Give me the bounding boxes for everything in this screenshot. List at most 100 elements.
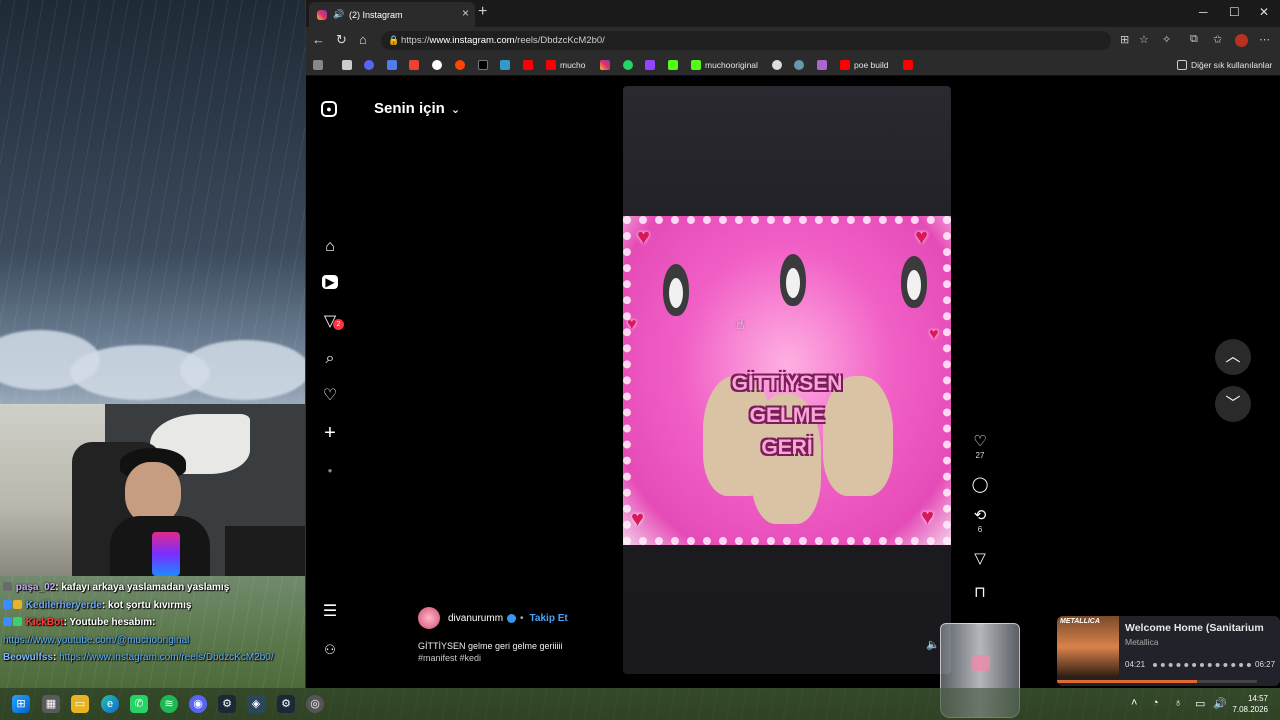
author-avatar[interactable] (418, 607, 440, 629)
close-window-icon[interactable]: ✕ (1259, 5, 1269, 19)
edge-icon[interactable]: e (101, 695, 119, 713)
feed-selector[interactable]: Senin için ⌄ (374, 100, 460, 117)
bookmark-icon[interactable] (794, 58, 808, 72)
save-button[interactable]: ⊓ (968, 583, 992, 601)
back-icon[interactable]: ← (312, 32, 325, 47)
reel-author[interactable]: divanurumm • Takip Et (418, 607, 568, 629)
heart-icon[interactable]: ♡ (321, 387, 339, 405)
speaker-mute-icon[interactable]: 🔈 (926, 638, 940, 651)
google-icon[interactable] (432, 58, 446, 72)
song-progress[interactable] (1153, 663, 1251, 667)
bookmark-icon[interactable] (500, 58, 514, 72)
reels-icon[interactable]: ▶ (322, 275, 338, 289)
chat-link[interactable]: https://www.instagram.com/reels/DbdzcKcM… (59, 652, 274, 663)
volume-bar[interactable] (1057, 680, 1257, 683)
reader-icon[interactable]: ⊞ (1120, 33, 1129, 46)
app-icon[interactable]: ◈ (247, 695, 265, 713)
youtube-icon[interactable] (903, 58, 917, 72)
favorites-icon[interactable]: ✩ (1213, 33, 1222, 46)
url-field[interactable]: 🔒 https://www.instagram.com/reels/DbdzcK… (381, 31, 1111, 50)
streamer-face (125, 462, 181, 524)
reel-video[interactable]: ♥ ♥ ♥ ♥ ♥ ♥ GİTTİYSEN GELME GERİ (623, 86, 951, 674)
gmail-icon[interactable] (409, 58, 423, 72)
profile-avatar-icon[interactable]: ● (321, 462, 339, 480)
whatsapp-icon[interactable]: ✆ (130, 695, 148, 713)
more-menu-icon[interactable]: ⋯ (1259, 33, 1270, 46)
microphone-icon[interactable]: ♁ (1174, 697, 1182, 709)
menu-icon[interactable]: ☰ (321, 603, 339, 621)
new-tab-icon[interactable]: + (478, 3, 487, 21)
repost-button[interactable]: ⟲ 6 (968, 506, 992, 534)
share-button[interactable]: ▽ (968, 549, 992, 567)
close-tab-icon[interactable]: × (462, 6, 469, 20)
browser-window: 🔊 (2) Instagram × + ─ ☐ ✕ ← ↻ ⌂ 🔒 https:… (305, 0, 1280, 688)
tray-app-icon[interactable]: ◔ (1152, 697, 1159, 709)
bookmark-icon[interactable] (342, 58, 356, 72)
windows-start-icon[interactable]: ⊞ (12, 695, 30, 713)
x-icon[interactable] (478, 58, 492, 72)
tab-instagram[interactable]: 🔊 (2) Instagram × (309, 2, 475, 27)
task-view-icon[interactable]: ▦ (42, 695, 60, 713)
like-count: 27 (975, 451, 985, 460)
repost-icon: ⟲ (973, 507, 987, 524)
home-icon[interactable]: ⌂ (359, 32, 367, 47)
bookmark-icon: ⊓ (974, 584, 986, 601)
file-explorer-icon[interactable]: ▭ (71, 695, 89, 713)
favorite-star-icon[interactable]: ☆ (1139, 33, 1149, 46)
previous-reel-button[interactable]: ︿ (1215, 339, 1251, 375)
bookmark-icon[interactable] (668, 58, 682, 72)
overlay-line: GİTTİYSEN (731, 372, 843, 395)
now-playing-widget: METALLICA Welcome Home (Sanitarium Metal… (1057, 616, 1280, 686)
bookmark-icon[interactable] (364, 58, 378, 72)
system-clock[interactable]: 14:57 7.08.2026 (1232, 693, 1268, 715)
like-button[interactable]: ♡ 27 (968, 432, 992, 460)
discord-icon[interactable]: ◉ (189, 695, 207, 713)
extensions-icon[interactable]: ✧ (1162, 33, 1171, 46)
app-icon[interactable]: ◎ (306, 695, 324, 713)
home-icon[interactable]: ⌂ (321, 238, 339, 256)
chat-link[interactable]: https://www.youtube.com/@muchooriginal (3, 635, 189, 646)
url-host: www.instagram.com (429, 35, 515, 46)
more-dots-icon[interactable]: ⋯ (975, 620, 984, 631)
author-name[interactable]: divanurumm (448, 613, 503, 624)
steam-icon[interactable]: ⚙ (218, 695, 236, 713)
next-reel-button[interactable]: ﹀ (1215, 386, 1251, 422)
more-apps-icon[interactable]: ⚇ (321, 641, 339, 659)
youtube-icon[interactable] (523, 58, 537, 72)
spotify-icon[interactable]: ≋ (160, 695, 178, 713)
minimize-icon[interactable]: ─ (1199, 5, 1208, 19)
instagram-page: ● Senin için ⌄ ⌂ ▶ ▽ 2 ⌕ ♡ + ● ☰ ⚇ ♥ ♥ ♥ … (306, 76, 1280, 688)
volume-icon[interactable]: 🔊 (1213, 697, 1227, 710)
bookmark-icon[interactable] (772, 58, 786, 72)
other-bookmarks[interactable]: Diğer sık kullanılanlar (1177, 58, 1272, 72)
follow-button[interactable]: Takip Et (530, 613, 568, 624)
bookmark-muchooriginal[interactable]: muchooriginal (691, 58, 758, 72)
dot-separator: • (520, 612, 524, 624)
whatsapp-icon[interactable] (623, 58, 637, 72)
profile-avatar[interactable] (1235, 34, 1248, 47)
network-icon[interactable]: ▭ (1195, 697, 1205, 710)
bookmark-icon[interactable] (313, 58, 327, 72)
song-artist: Metallica (1125, 637, 1159, 647)
twitch-icon[interactable] (645, 58, 659, 72)
create-plus-icon[interactable]: + (321, 423, 339, 443)
search-icon[interactable]: ⌕ (321, 350, 339, 368)
sidebar-icon[interactable]: ⧉ (1190, 33, 1198, 46)
reel-media[interactable]: ♥ ♥ ♥ ♥ ♥ ♥ GİTTİYSEN GELME GERİ (623, 216, 951, 545)
notification-badge: 2 (333, 319, 344, 330)
instagram-icon[interactable] (600, 58, 614, 72)
bookmark-icon[interactable] (387, 58, 401, 72)
tray-chevron-up-icon[interactable]: ˄ (1131, 697, 1137, 709)
comment-button[interactable]: ◯ (968, 475, 992, 493)
steam-icon[interactable]: ⚙ (277, 695, 295, 713)
bookmark-icon[interactable] (817, 58, 831, 72)
reddit-icon[interactable] (455, 58, 469, 72)
webcam-feed (0, 404, 305, 576)
bookmark-poe-build[interactable]: poe build (840, 58, 889, 72)
caption-hashtags[interactable]: #manifest #kedi (418, 652, 563, 664)
bookmark-mucho[interactable]: mucho (546, 58, 586, 72)
speaker-icon[interactable]: 🔊 (333, 9, 345, 20)
refresh-icon[interactable]: ↻ (336, 32, 347, 48)
instagram-logo-icon[interactable]: ● (321, 101, 337, 117)
maximize-icon[interactable]: ☐ (1229, 5, 1240, 19)
